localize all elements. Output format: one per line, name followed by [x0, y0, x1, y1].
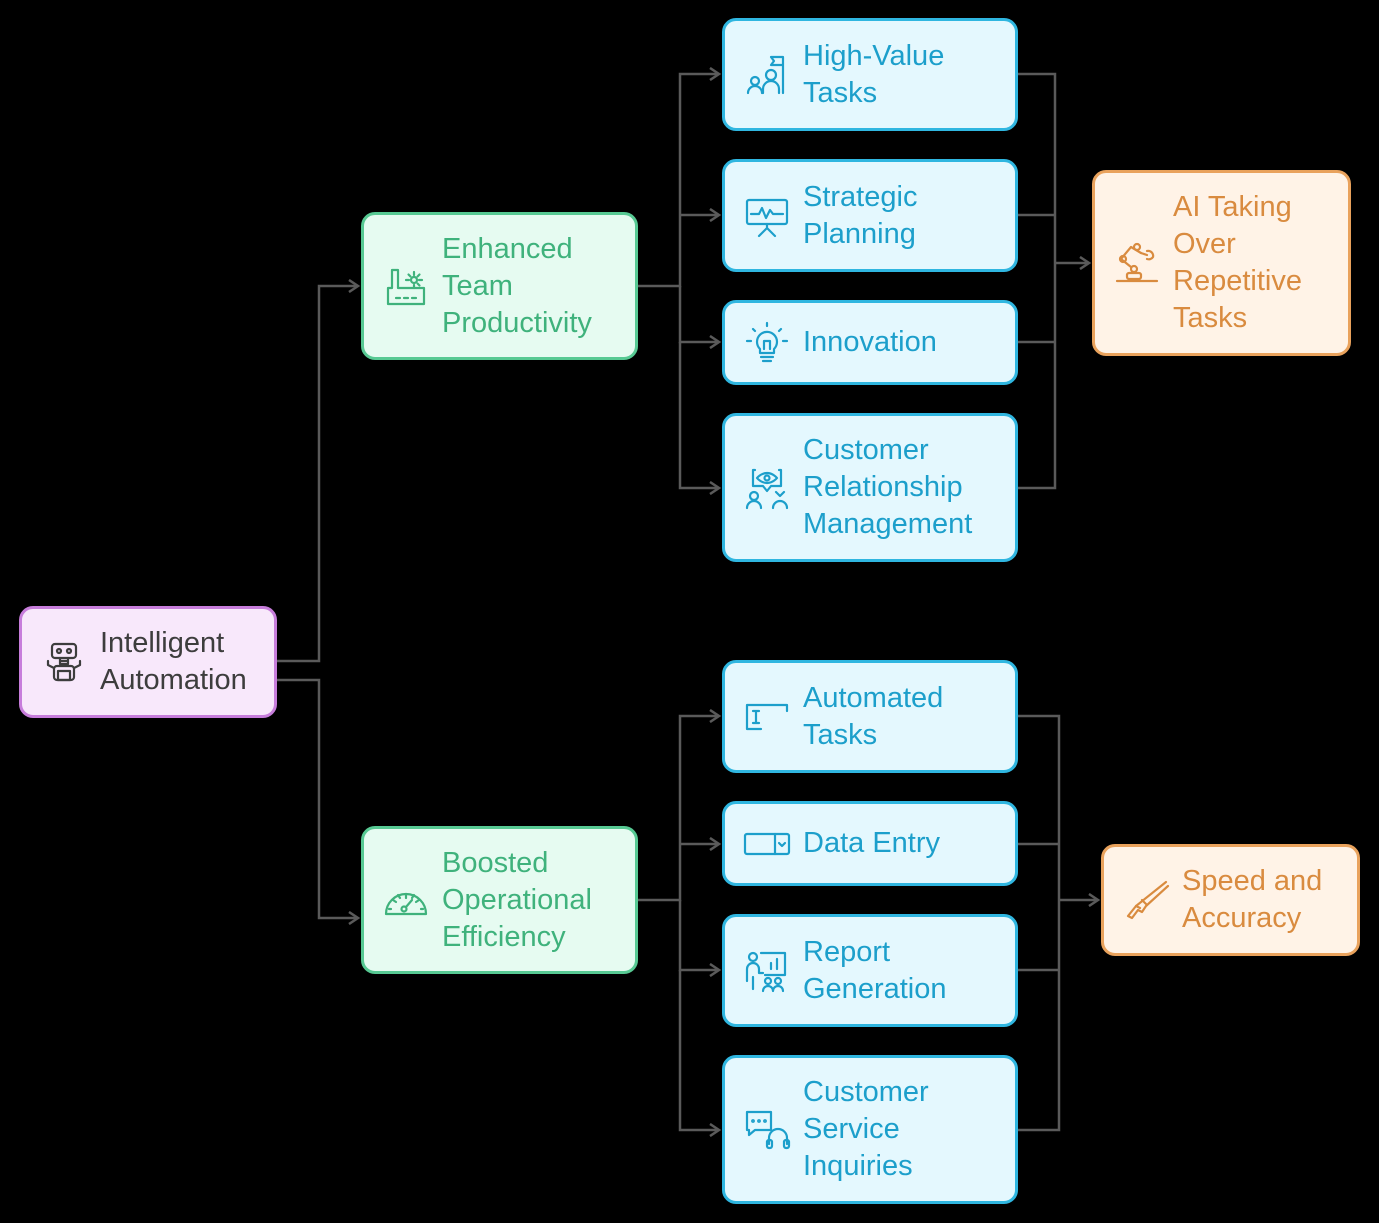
- lightbulb-icon: [741, 317, 793, 369]
- node-speed-and-accuracy[interactable]: Speed and Accuracy: [1101, 844, 1360, 956]
- presentation-chart-icon: [741, 190, 793, 242]
- robot-icon: [38, 636, 90, 688]
- factory-gear-icon: [380, 260, 432, 312]
- node-boosted-operational-efficiency[interactable]: Boosted Operational Efficiency: [361, 826, 638, 974]
- edge-at-sa: [1018, 714, 1061, 1132]
- edge-root-boe: [277, 678, 358, 918]
- node-customer-service-inquiries[interactable]: Customer Service Inquiries: [722, 1055, 1018, 1204]
- text-cursor-box-icon: [741, 691, 793, 743]
- robotic-arm-icon: [1111, 237, 1163, 289]
- node-label: Report Generation: [803, 935, 947, 1005]
- node-label: Enhanced Team Productivity: [442, 232, 592, 339]
- node-intelligent-automation[interactable]: Intelligent Automation: [19, 606, 277, 718]
- edge-boe-rg: [678, 900, 719, 970]
- edge-boe-at: [638, 716, 719, 902]
- node-enhanced-team-productivity[interactable]: Enhanced Team Productivity: [361, 212, 638, 360]
- node-high-value-tasks[interactable]: High-Value Tasks: [722, 18, 1018, 131]
- node-label: Boosted Operational Efficiency: [442, 846, 592, 953]
- node-automated-tasks[interactable]: Automated Tasks: [722, 660, 1018, 773]
- node-label: Customer Relationship Management: [803, 434, 973, 540]
- edge-hvt-ai: [1018, 72, 1057, 490]
- edge-etp-inn: [678, 286, 719, 342]
- node-label: Speed and Accuracy: [1182, 865, 1323, 934]
- edge-boe-csi: [678, 970, 719, 1130]
- speedometer-icon: [380, 874, 432, 926]
- node-data-entry[interactable]: Data Entry: [722, 801, 1018, 886]
- node-customer-relationship-management[interactable]: Customer Relationship Management: [722, 413, 1018, 562]
- node-label: High-Value Tasks: [803, 39, 945, 109]
- node-innovation[interactable]: Innovation: [722, 300, 1018, 385]
- chat-headset-icon: [741, 1104, 793, 1156]
- edge-etp-crm: [678, 342, 719, 488]
- node-label: AI Taking Over Repetitive Tasks: [1173, 191, 1302, 334]
- edge-etp-hvt: [638, 74, 719, 288]
- node-ai-taking-over-repetitive-tasks[interactable]: AI Taking Over Repetitive Tasks: [1092, 170, 1351, 356]
- node-strategic-planning[interactable]: Strategic Planning: [722, 159, 1018, 272]
- node-label: Data Entry: [803, 827, 940, 859]
- node-label: Automated Tasks: [803, 681, 944, 751]
- node-report-generation[interactable]: Report Generation: [722, 914, 1018, 1027]
- presenter-report-icon: [741, 945, 793, 997]
- node-label: Intelligent Automation: [100, 627, 247, 696]
- team-flag-icon: [741, 49, 793, 101]
- edge-root-etp: [277, 286, 358, 663]
- people-eye-icon: [741, 462, 793, 514]
- node-label: Innovation: [803, 326, 937, 358]
- node-label: Customer Service Inquiries: [803, 1076, 929, 1182]
- node-label: Strategic Planning: [803, 180, 918, 250]
- rifle-icon: [1120, 874, 1172, 926]
- dropdown-field-icon: [741, 818, 793, 870]
